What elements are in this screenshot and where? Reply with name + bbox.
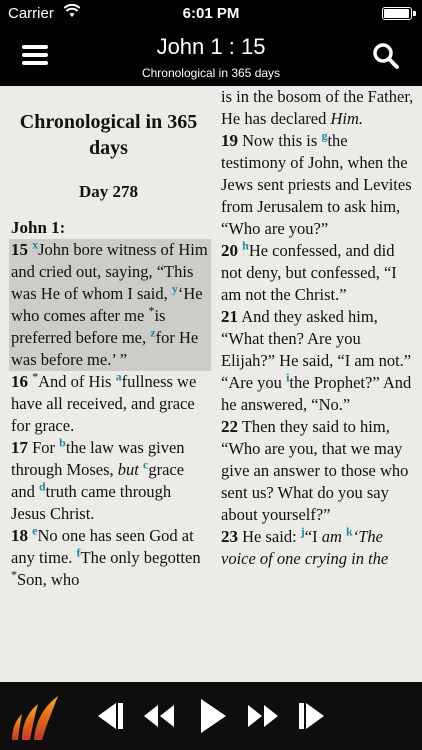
battery-icon bbox=[382, 7, 416, 20]
verse-number: 19 bbox=[221, 131, 238, 150]
right-column: is in the bosom of the Father, He has de… bbox=[221, 86, 415, 570]
verse-17[interactable]: 17 For bthe law was given through Moses,… bbox=[11, 437, 206, 525]
verse-number: 18 bbox=[11, 526, 28, 545]
verse-text: Then they said to him, “Who are you, tha… bbox=[221, 417, 409, 524]
verse-text: Son, who bbox=[17, 570, 80, 589]
verse-19[interactable]: 19 Now this is gthe testimony of John, w… bbox=[221, 130, 415, 240]
left-column: Chronological in 365 days Day 278 John 1… bbox=[9, 86, 211, 591]
verse-22[interactable]: 22 Then they said to him, “Who are you, … bbox=[221, 416, 415, 526]
nav-bar: John 1 : 15 Chronological in 365 days bbox=[0, 28, 422, 86]
footnote-marker[interactable]: k bbox=[346, 525, 353, 539]
footnote-marker[interactable]: h bbox=[242, 239, 249, 253]
skip-forward-icon[interactable] bbox=[298, 701, 330, 731]
plan-heading: Chronological in 365 days bbox=[19, 111, 198, 159]
verse-number: 21 bbox=[221, 307, 238, 326]
chapter-label: John 1: bbox=[11, 218, 66, 237]
verse-20[interactable]: 20 hHe confessed, and did not deny, but … bbox=[221, 240, 415, 306]
verse-text: “I bbox=[304, 527, 318, 546]
day-label: Day 278 bbox=[78, 182, 139, 201]
verse-text: The only begotten bbox=[80, 548, 201, 567]
verse-18[interactable]: 18 eNo one has seen God at any time. fTh… bbox=[11, 525, 206, 591]
rewind-icon[interactable] bbox=[142, 701, 176, 731]
verse-number: 17 bbox=[11, 438, 28, 457]
play-icon[interactable] bbox=[198, 697, 228, 735]
footnote-marker[interactable]: d bbox=[39, 480, 46, 494]
page-subtitle: Chronological in 365 days bbox=[141, 66, 281, 80]
reading-pane[interactable]: Chronological in 365 days Day 278 John 1… bbox=[0, 86, 422, 682]
page-title[interactable]: John 1 : 15 bbox=[0, 34, 422, 60]
verse-text: truth came through Jesus Christ. bbox=[11, 482, 172, 523]
search-icon[interactable] bbox=[372, 42, 400, 70]
verse-16[interactable]: 16 *And of His afullness we have all rec… bbox=[11, 371, 206, 437]
verse-number: 20 bbox=[221, 241, 238, 260]
audio-player bbox=[0, 682, 422, 750]
verse-text-italic: Him. bbox=[330, 109, 364, 128]
verse-text: For bbox=[32, 438, 56, 457]
verse-number: 15 bbox=[11, 240, 28, 259]
verse-text: is in the bosom of the Father, He has de… bbox=[221, 87, 414, 128]
flame-logo-icon[interactable] bbox=[8, 692, 64, 742]
verse-23[interactable]: 23 He said: j“I am k‘The voice of one cr… bbox=[221, 526, 415, 570]
verse-21[interactable]: 21 And they asked him, “What then? Are y… bbox=[221, 306, 415, 416]
battery-fill bbox=[384, 9, 409, 18]
verse-14-continuation[interactable]: is in the bosom of the Father, He has de… bbox=[221, 86, 415, 130]
verse-text-italic: am bbox=[321, 527, 342, 546]
verse-number: 16 bbox=[11, 372, 28, 391]
verse-text: He said: bbox=[242, 527, 297, 546]
status-bar: Carrier 6:01 PM bbox=[0, 0, 422, 28]
verse-15[interactable]: 15 xJohn bore witness of Him and cried o… bbox=[9, 239, 211, 371]
verse-number: 22 bbox=[221, 417, 238, 436]
verse-text: Now this is bbox=[242, 131, 318, 150]
skip-back-icon[interactable] bbox=[92, 701, 124, 731]
verse-text: And of His bbox=[38, 372, 112, 391]
status-time: 6:01 PM bbox=[182, 5, 240, 22]
verse-number: 23 bbox=[221, 527, 238, 546]
verse-text-italic: but bbox=[117, 460, 139, 479]
fast-forward-icon[interactable] bbox=[246, 701, 280, 731]
footnote-marker[interactable]: b bbox=[59, 436, 66, 450]
